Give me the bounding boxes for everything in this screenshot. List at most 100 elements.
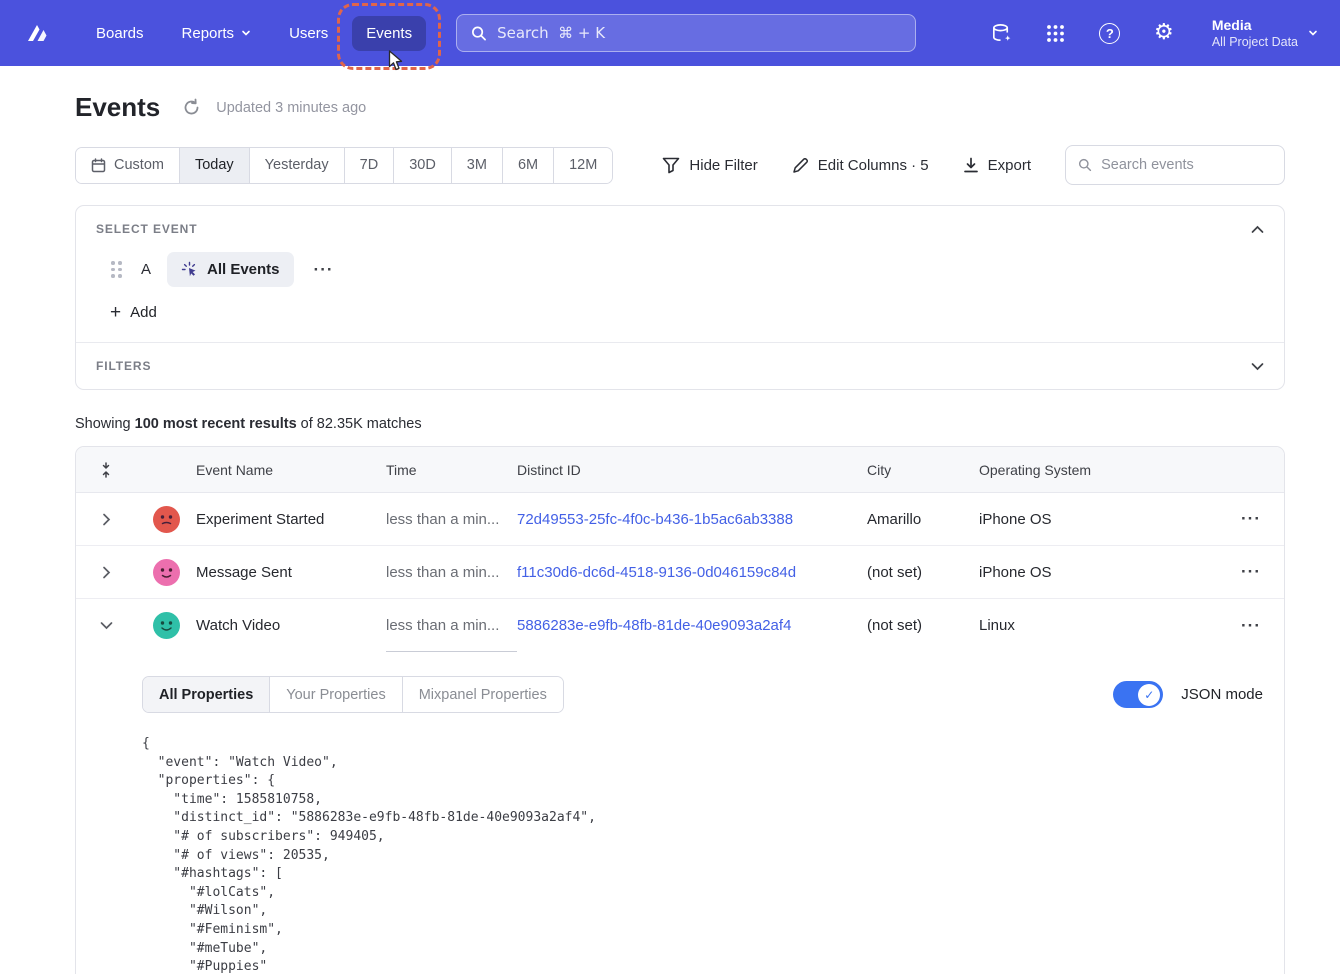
event-detail-panel: All Properties Your Properties Mixpanel …	[76, 652, 1284, 974]
tab-your-properties[interactable]: Your Properties	[270, 677, 402, 712]
column-header-city: City	[867, 447, 979, 492]
mixpanel-logo[interactable]	[20, 16, 54, 50]
results-summary: Showing 100 most recent results of 82.35…	[75, 416, 1285, 432]
download-icon	[963, 157, 979, 174]
toolbar: Custom Today Yesterday 7D 30D 3M 6M 12M …	[75, 145, 1285, 185]
settings-gear-icon[interactable]: ⚙	[1152, 21, 1176, 45]
event-selector-chip[interactable]: All Events	[167, 252, 294, 287]
date-range-12m[interactable]: 12M	[554, 148, 612, 183]
add-event-button[interactable]: + Add	[110, 303, 1264, 322]
event-time: less than a min...	[386, 493, 517, 545]
drag-handle-icon[interactable]	[108, 258, 125, 281]
column-header-event-name: Event Name	[196, 447, 386, 492]
search-events-box[interactable]	[1065, 145, 1285, 185]
user-avatar[interactable]	[153, 612, 180, 639]
distinct-id-link[interactable]: f11c30d6-dc6d-4518-9136-0d046159c84d	[517, 564, 796, 581]
distinct-id-link[interactable]: 72d49553-25fc-4f0c-b436-1b5ac6ab3388	[517, 511, 793, 528]
date-range-yesterday[interactable]: Yesterday	[250, 148, 345, 183]
distinct-id-link[interactable]: 5886283e-e9fb-48fb-81de-40e9093a2af4	[517, 617, 791, 634]
table-row-expanded: Watch Video less than a min... 5886283e-…	[76, 599, 1284, 652]
project-name: Media	[1212, 16, 1298, 34]
nav-item-boards[interactable]: Boards	[82, 16, 158, 51]
city-value: (not set)	[867, 599, 979, 652]
last-updated-text: Updated 3 minutes ago	[216, 100, 366, 116]
chevron-up-icon[interactable]	[1251, 225, 1264, 234]
data-management-icon[interactable]	[990, 21, 1014, 45]
date-range-6m[interactable]: 6M	[503, 148, 554, 183]
user-avatar[interactable]	[153, 559, 180, 586]
os-value: Linux	[979, 599, 1216, 652]
help-icon[interactable]: ?	[1098, 21, 1122, 45]
page-title: Events	[75, 92, 160, 123]
json-mode-toggle[interactable]: ✓	[1113, 681, 1163, 708]
row-expand-chevron-right-icon[interactable]	[76, 493, 136, 545]
primary-nav: Boards Reports Users Events	[82, 16, 426, 51]
refresh-icon[interactable]	[180, 97, 202, 119]
date-range-group: Custom Today Yesterday 7D 30D 3M 6M 12M	[75, 147, 613, 184]
row-overflow-icon[interactable]: ···	[1235, 612, 1267, 640]
nav-item-events[interactable]: Events	[352, 16, 426, 51]
top-navbar: Boards Reports Users Events	[0, 0, 1340, 66]
detail-toolbar: All Properties Your Properties Mixpanel …	[142, 676, 1264, 713]
filters-header[interactable]: FILTERS	[96, 359, 1264, 373]
date-range-3m[interactable]: 3M	[452, 148, 503, 183]
edit-columns-button[interactable]: Edit Columns · 5	[792, 157, 929, 174]
global-search-input[interactable]	[497, 24, 901, 42]
event-name: Experiment Started	[196, 493, 386, 545]
hide-filter-button[interactable]: Hide Filter	[662, 157, 757, 174]
date-range-7d[interactable]: 7D	[345, 148, 395, 183]
chevron-down-icon	[241, 28, 251, 38]
json-mode-control: ✓ JSON mode	[1113, 681, 1264, 708]
project-switcher[interactable]: Media All Project Data	[1212, 16, 1318, 50]
search-events-input[interactable]	[1101, 157, 1272, 173]
select-event-header[interactable]: SELECT EVENT	[96, 222, 1264, 236]
city-value: (not set)	[867, 546, 979, 598]
user-avatar[interactable]	[153, 506, 180, 533]
global-search[interactable]	[456, 14, 916, 52]
filters-label: FILTERS	[96, 359, 151, 373]
filters-section: FILTERS	[76, 343, 1284, 389]
export-button[interactable]: Export	[963, 157, 1031, 174]
search-icon	[1078, 157, 1092, 173]
event-row: A All Events ···	[108, 252, 1264, 287]
nav-item-reports[interactable]: Reports	[168, 16, 266, 51]
event-sparkle-icon	[181, 261, 198, 278]
apps-grid-icon[interactable]	[1044, 21, 1068, 45]
row-expand-chevron-right-icon[interactable]	[76, 546, 136, 598]
events-table: Event Name Time Distinct ID City Operati…	[75, 446, 1285, 974]
json-mode-label: JSON mode	[1181, 686, 1263, 703]
tab-all-properties[interactable]: All Properties	[143, 677, 270, 712]
row-overflow-icon[interactable]: ···	[1235, 558, 1267, 586]
nav-item-users[interactable]: Users	[275, 16, 342, 51]
toggle-check-icon: ✓	[1138, 684, 1160, 706]
column-header-time: Time	[386, 447, 517, 492]
date-range-today[interactable]: Today	[180, 148, 250, 183]
event-row-letter: A	[139, 261, 153, 278]
column-header-distinct-id: Distinct ID	[517, 447, 867, 492]
date-range-custom[interactable]: Custom	[76, 148, 180, 183]
row-overflow-icon[interactable]: ···	[1235, 505, 1267, 533]
mixpanel-logo-icon	[24, 20, 50, 46]
event-json-viewer[interactable]: { "event": "Watch Video", "properties": …	[142, 735, 1264, 974]
project-subtitle: All Project Data	[1212, 34, 1298, 50]
chevron-down-icon	[1308, 28, 1318, 38]
event-name: Message Sent	[196, 546, 386, 598]
event-time: less than a min...	[386, 599, 517, 652]
toolbar-actions: Hide Filter Edit Columns · 5 Export	[662, 145, 1285, 185]
row-collapse-chevron-down-icon[interactable]	[76, 599, 136, 652]
event-overflow-icon[interactable]: ···	[308, 256, 340, 284]
actions-column-header	[1216, 447, 1285, 492]
city-value: Amarillo	[867, 493, 979, 545]
select-event-label: SELECT EVENT	[96, 222, 197, 236]
search-icon	[471, 25, 487, 42]
tab-mixpanel-properties[interactable]: Mixpanel Properties	[403, 677, 563, 712]
date-range-30d[interactable]: 30D	[394, 148, 452, 183]
events-page: Events Updated 3 minutes ago Custom Toda…	[0, 66, 1340, 974]
chevron-down-icon[interactable]	[1251, 362, 1264, 371]
select-event-section: SELECT EVENT A All Events ··	[76, 206, 1284, 342]
avatar-column-header	[136, 447, 196, 492]
os-value: iPhone OS	[979, 493, 1216, 545]
calendar-icon	[91, 158, 106, 173]
collapse-all-icon[interactable]	[76, 447, 136, 492]
event-chip-label: All Events	[207, 261, 280, 278]
